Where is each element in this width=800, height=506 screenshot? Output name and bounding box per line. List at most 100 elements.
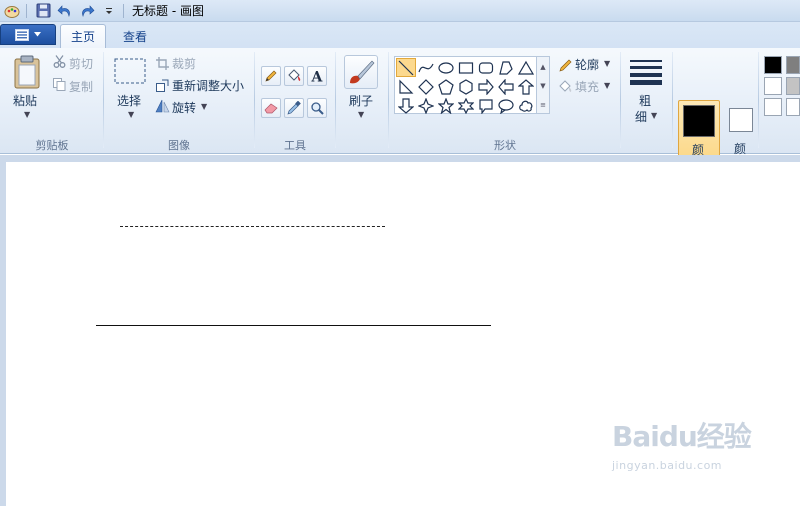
diamond-shape-icon[interactable] xyxy=(416,77,436,96)
text-tool-icon[interactable]: A xyxy=(307,66,327,86)
oval-shape-icon[interactable] xyxy=(436,58,456,77)
chevron-down-icon[interactable]: ▼ xyxy=(201,102,207,111)
title-bar: 无标题 - 画图 xyxy=(0,0,800,22)
select-icon[interactable] xyxy=(114,58,146,84)
chevron-down-icon[interactable]: ▼ xyxy=(651,111,657,120)
brushes-button[interactable]: 刷子 xyxy=(349,92,373,109)
eraser-icon[interactable] xyxy=(261,98,281,118)
watermark: Baidu经验 jingyan.baidu.com xyxy=(612,415,762,495)
undo-icon[interactable] xyxy=(55,1,75,21)
customize-quick-access-icon[interactable] xyxy=(99,1,119,21)
image-group-label: 图像 xyxy=(168,139,190,152)
left-arrow-shape-icon[interactable] xyxy=(496,77,516,96)
chevron-down-icon[interactable]: ▼ xyxy=(604,81,610,90)
copy-button[interactable]: 复制 xyxy=(69,78,93,95)
group-separator xyxy=(254,52,255,148)
save-icon[interactable] xyxy=(33,1,53,21)
gallery-scroll-up-icon[interactable]: ▲ xyxy=(537,57,549,76)
tab-view[interactable]: 查看 xyxy=(113,24,157,48)
outline-icon xyxy=(557,57,573,73)
window-title: 无标题 - 画图 xyxy=(132,4,204,18)
separator xyxy=(123,3,124,18)
crop-icon xyxy=(155,56,169,70)
group-separator xyxy=(672,52,673,148)
gallery-expand-icon[interactable]: ≡ xyxy=(537,95,549,114)
ribbon-tab-row: 主页 查看 xyxy=(0,22,800,48)
chevron-down-icon xyxy=(34,32,41,37)
four-point-star-shape-icon[interactable] xyxy=(416,96,436,115)
down-arrow-shape-icon[interactable] xyxy=(396,96,416,115)
tools-group-label: 工具 xyxy=(284,139,306,152)
svg-text:A: A xyxy=(311,70,324,84)
watermark-url: jingyan.baidu.com xyxy=(612,459,723,472)
resize-icon xyxy=(155,78,169,92)
chevron-down-icon[interactable]: ▼ xyxy=(24,110,30,119)
tab-home[interactable]: 主页 xyxy=(60,24,107,48)
shapes-gallery-scrollbar: ▲ ▼ ≡ xyxy=(537,56,550,114)
redo-icon[interactable] xyxy=(77,1,97,21)
palette-swatch[interactable] xyxy=(764,77,782,95)
palette-swatch[interactable] xyxy=(764,56,782,74)
clipboard-group-label: 剪贴板 xyxy=(35,139,69,152)
cloud-callout-shape-icon[interactable] xyxy=(516,96,536,115)
shapes-gallery xyxy=(394,56,537,114)
watermark-logo: Baidu经验 xyxy=(612,420,752,453)
brush-icon[interactable] xyxy=(344,55,378,89)
rounded-rectangle-shape-icon[interactable] xyxy=(476,58,496,77)
pentagon-shape-icon[interactable] xyxy=(436,77,456,96)
chevron-down-icon[interactable]: ▼ xyxy=(128,110,134,119)
fill-button[interactable]: 填充 xyxy=(575,78,599,95)
paste-icon[interactable] xyxy=(12,54,42,90)
rectangular-callout-shape-icon[interactable] xyxy=(476,96,496,115)
color2-fill xyxy=(730,109,752,131)
palette-swatch[interactable] xyxy=(786,98,800,116)
menu-icon xyxy=(15,28,29,41)
color-picker-icon[interactable] xyxy=(284,98,304,118)
fill-bucket-icon[interactable] xyxy=(284,66,304,86)
right-arrow-shape-icon[interactable] xyxy=(476,77,496,96)
triangle-shape-icon[interactable] xyxy=(516,58,536,77)
cut-button[interactable]: 剪切 xyxy=(69,55,93,72)
line-shape-icon[interactable] xyxy=(396,58,416,77)
scissors-icon xyxy=(52,54,66,68)
chevron-down-icon[interactable]: ▼ xyxy=(358,110,364,119)
oval-callout-shape-icon[interactable] xyxy=(496,96,516,115)
shapes-group-label: 形状 xyxy=(494,139,516,152)
up-arrow-shape-icon[interactable] xyxy=(516,77,536,96)
outline-button[interactable]: 轮廓 xyxy=(575,56,599,73)
polygon-shape-icon[interactable] xyxy=(496,58,516,77)
dashed-line xyxy=(120,226,385,227)
group-separator xyxy=(620,52,621,148)
select-button[interactable]: 选择 xyxy=(117,92,141,109)
right-triangle-shape-icon[interactable] xyxy=(396,77,416,96)
size-label-line1[interactable]: 粗 xyxy=(639,92,651,109)
five-point-star-shape-icon[interactable] xyxy=(436,96,456,115)
paint-app-icon[interactable] xyxy=(2,1,22,21)
palette-swatch[interactable] xyxy=(786,56,800,74)
size-button[interactable]: 细 xyxy=(635,108,647,125)
group-separator xyxy=(103,52,104,148)
paste-button[interactable]: 粘贴 xyxy=(13,92,37,109)
chevron-down-icon[interactable]: ▼ xyxy=(604,59,610,68)
rectangle-shape-icon[interactable] xyxy=(456,58,476,77)
color1-swatch xyxy=(683,105,715,137)
pencil-icon[interactable] xyxy=(261,66,281,86)
paint-menu-button[interactable] xyxy=(0,24,56,45)
palette-swatch[interactable] xyxy=(786,77,800,95)
group-separator xyxy=(758,52,759,148)
magnifier-icon[interactable] xyxy=(307,98,327,118)
rotate-button[interactable]: 旋转 xyxy=(172,99,196,116)
size-icon[interactable] xyxy=(629,58,663,86)
curve-shape-icon[interactable] xyxy=(416,58,436,77)
fill-icon xyxy=(557,78,573,94)
group-separator xyxy=(388,52,389,148)
hexagon-shape-icon[interactable] xyxy=(456,77,476,96)
gallery-scroll-down-icon[interactable]: ▼ xyxy=(537,76,549,95)
crop-button[interactable]: 裁剪 xyxy=(172,55,196,72)
group-separator xyxy=(335,52,336,148)
six-point-star-shape-icon[interactable] xyxy=(456,96,476,115)
palette-swatch[interactable] xyxy=(764,98,782,116)
copy-icon xyxy=(52,77,66,91)
resize-button[interactable]: 重新调整大小 xyxy=(172,77,244,94)
color2-swatch xyxy=(729,108,753,132)
